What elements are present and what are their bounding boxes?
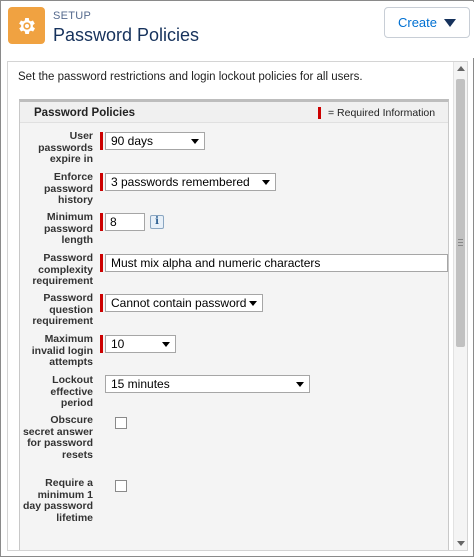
complexity-label: Password complexity requirement [32, 252, 93, 287]
question-select[interactable]: Cannot contain password [105, 294, 263, 312]
expire-value: 90 days [111, 134, 154, 148]
intro-text: Set the password restrictions and login … [18, 71, 363, 83]
required-marker [100, 254, 103, 272]
grip-icon [458, 239, 463, 246]
scroll-thumb[interactable] [456, 79, 465, 347]
password-policies-section: Password Policies = Required Information… [19, 99, 449, 550]
create-button[interactable]: Create [384, 7, 470, 38]
chevron-down-icon [296, 382, 304, 387]
required-marker [318, 107, 321, 119]
min-length-label: Minimum password length [43, 211, 93, 246]
scroll-down-icon[interactable] [457, 541, 465, 546]
question-label: Password question requirement [32, 292, 93, 327]
required-legend: = Required Information [318, 107, 435, 119]
complexity-value: Must mix alpha and numeric characters [111, 256, 321, 270]
chevron-down-icon [191, 139, 199, 144]
required-legend-text: = Required Information [328, 107, 436, 119]
required-marker [100, 132, 103, 150]
max-attempts-value: 10 [111, 337, 125, 351]
max-attempts-label: Maximum invalid login attempts [31, 333, 93, 368]
obscure-checkbox[interactable] [115, 417, 127, 429]
min-lifetime-label: Require a minimum 1 day password lifetim… [22, 477, 93, 524]
create-label: Create [397, 15, 438, 30]
expire-select[interactable]: 90 days [105, 132, 205, 150]
lockout-value: 15 minutes [111, 377, 170, 391]
obscure-label: Obscure secret answer for password reset… [22, 414, 93, 461]
page-title: Password Policies [53, 25, 200, 45]
lockout-label: Lockout effective period [50, 374, 93, 409]
required-marker [100, 335, 103, 353]
setup-label: SETUP [53, 10, 92, 22]
min-lifetime-checkbox[interactable] [115, 480, 127, 492]
min-length-input[interactable]: 8 [105, 213, 145, 231]
chevron-down-icon [249, 301, 257, 306]
required-marker [100, 294, 103, 312]
info-icon[interactable]: i [150, 215, 164, 229]
expire-label: User passwords expire in [38, 130, 93, 165]
chevron-down-icon [162, 342, 170, 347]
gear-icon [8, 7, 45, 44]
page-header: SETUP Password Policies Create [2, 2, 474, 58]
caret-down-icon [444, 18, 457, 27]
section-title: Password Policies [34, 107, 135, 119]
question-value: Cannot contain password [111, 296, 247, 310]
history-label: Enforce password history [43, 171, 93, 206]
section-header: Password Policies = Required Information [20, 102, 448, 123]
content-panel: Set the password restrictions and login … [7, 61, 468, 551]
required-marker [100, 213, 103, 231]
window-frame: SETUP Password Policies Create Set the p… [0, 0, 474, 557]
scroll-up-icon[interactable] [457, 66, 465, 71]
vertical-scrollbar[interactable] [453, 62, 467, 550]
max-attempts-select[interactable]: 10 [105, 335, 176, 353]
complexity-select[interactable]: Must mix alpha and numeric characters [105, 254, 448, 272]
lockout-select[interactable]: 15 minutes [105, 375, 310, 393]
chevron-down-icon [262, 180, 270, 185]
history-select[interactable]: 3 passwords remembered [105, 173, 276, 191]
history-value: 3 passwords remembered [111, 175, 250, 189]
required-marker [100, 173, 103, 191]
